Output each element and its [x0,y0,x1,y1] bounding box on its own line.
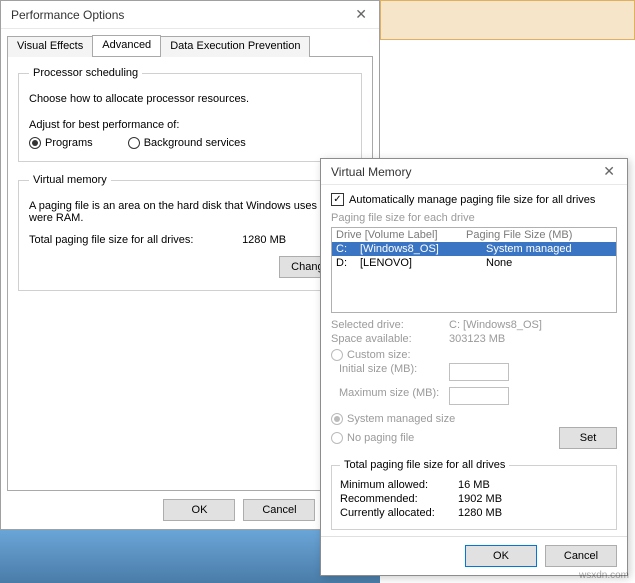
maximum-size-label: Maximum size (MB): [331,387,449,405]
po-titlebar[interactable]: Performance Options ✕ [1,1,379,29]
ok-button[interactable]: OK [163,499,235,521]
vm-titlebar[interactable]: Virtual Memory ✕ [321,159,627,185]
initial-size-input [449,363,509,381]
drive-label: [LENOVO] [360,257,466,269]
vm-title: Virtual Memory [331,165,411,179]
radio-no-paging-label: No paging file [347,432,414,444]
drive-row-d[interactable]: D: [LENOVO] None [332,256,616,270]
drive-list[interactable]: Drive [Volume Label] Paging File Size (M… [331,227,617,313]
po-title: Performance Options [11,8,124,22]
radio-programs[interactable]: Programs [29,137,93,149]
vm-cancel-button[interactable]: Cancel [545,545,617,567]
drive-row-c[interactable]: C: [Windows8_OS] System managed [332,242,616,256]
radio-custom-label: Custom size: [347,349,411,361]
cur-label: Currently allocated: [340,507,458,519]
vm-desc: A paging file is an area on the hard dis… [29,200,351,224]
drive-letter: C: [336,243,360,255]
tab-visual-effects[interactable]: Visual Effects [7,36,93,57]
close-icon[interactable]: ✕ [349,6,373,23]
set-button: Set [559,427,617,449]
paging-group-label: Paging file size for each drive [331,212,617,224]
close-icon[interactable]: ✕ [597,163,621,180]
checkbox-icon: ✓ [331,193,344,206]
radio-icon [29,137,41,149]
selected-drive-value: C: [Windows8_OS] [449,319,617,331]
hdr-drive: Drive [Volume Label] [336,229,466,241]
selected-drive-label: Selected drive: [331,319,449,331]
vm-total-label: Total paging file size for all drives: [29,234,239,246]
space-available-value: 303123 MB [449,333,617,345]
radio-custom-size: Custom size: [331,349,617,361]
po-tabs: Visual Effects Advanced Data Execution P… [1,29,379,56]
space-available-label: Space available: [331,333,449,345]
drive-label: [Windows8_OS] [360,243,466,255]
radio-icon [331,413,343,425]
initial-size-label: Initial size (MB): [331,363,449,381]
radio-background[interactable]: Background services [128,137,246,149]
auto-manage-label: Automatically manage paging file size fo… [349,194,595,206]
radio-system-managed-label: System managed size [347,413,455,425]
drive-size: System managed [466,243,612,255]
radio-icon [331,432,343,444]
totals-group: Total paging file size for all drives Mi… [331,459,617,530]
sched-adjust-label: Adjust for best performance of: [29,119,351,131]
radio-icon [331,349,343,361]
min-label: Minimum allowed: [340,479,458,491]
tab-advanced[interactable]: Advanced [92,35,161,56]
watermark: wsxdn.com [579,570,629,581]
min-value: 16 MB [458,479,490,491]
virtual-memory-group: Virtual memory A paging file is an area … [18,174,362,291]
po-tab-body: Processor scheduling Choose how to alloc… [7,56,373,491]
processor-scheduling-group: Processor scheduling Choose how to alloc… [18,67,362,162]
totals-legend: Total paging file size for all drives [340,459,509,471]
cur-value: 1280 MB [458,507,502,519]
radio-icon [128,137,140,149]
background-panel [380,0,635,40]
radio-programs-label: Programs [45,137,93,149]
radio-no-paging: No paging file [331,432,414,444]
drive-list-header: Drive [Volume Label] Paging File Size (M… [332,228,616,242]
vm-legend: Virtual memory [29,174,111,186]
rec-value: 1902 MB [458,493,502,505]
radio-system-managed: System managed size [331,413,617,425]
drive-letter: D: [336,257,360,269]
vm-total-value: 1280 MB [242,234,286,246]
hdr-size: Paging File Size (MB) [466,229,612,241]
sched-desc: Choose how to allocate processor resourc… [29,93,351,105]
auto-manage-checkbox[interactable]: ✓ Automatically manage paging file size … [331,193,617,206]
vm-ok-button[interactable]: OK [465,545,537,567]
virtual-memory-dialog: Virtual Memory ✕ ✓ Automatically manage … [320,158,628,576]
tab-dep[interactable]: Data Execution Prevention [160,36,310,57]
cancel-button[interactable]: Cancel [243,499,315,521]
processor-scheduling-legend: Processor scheduling [29,67,142,79]
rec-label: Recommended: [340,493,458,505]
radio-background-label: Background services [144,137,246,149]
maximum-size-input [449,387,509,405]
drive-size: None [466,257,612,269]
